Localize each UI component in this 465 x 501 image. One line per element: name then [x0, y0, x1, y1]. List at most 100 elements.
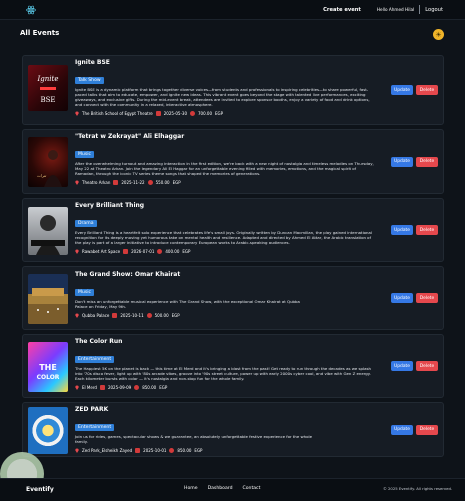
page-title: All Events	[20, 29, 60, 37]
event-title: "Tetrat w Zekrayat" Ali Elhaggar	[75, 133, 185, 140]
category-badge: Drama	[75, 220, 97, 227]
category-badge: Music	[75, 289, 95, 296]
event-price: 550.00	[155, 179, 170, 185]
footer-link-contact[interactable]: Contact	[243, 486, 261, 491]
event-image-ignite: Ignite BSE	[28, 65, 68, 111]
nav-actions: Create event Hello Ahmed Hilal Logout	[323, 5, 443, 14]
event-meta: Theatro Arkan 2025-11-22 550.00 EGP	[75, 179, 375, 185]
event-title: The Grand Show: Omar Khairat	[75, 271, 181, 278]
footer-link-home[interactable]: Home	[184, 486, 198, 491]
event-currency: EGP	[215, 110, 224, 116]
event-venue: Qubba Palace	[82, 312, 110, 318]
delete-button[interactable]: Delete	[416, 85, 438, 95]
event-meta: Zed Park_Elsheikh Zayed 2025-10-01 850.0…	[75, 447, 375, 453]
event-date: 2025-09-09	[107, 384, 132, 390]
nav-divider	[419, 5, 421, 14]
footer-brand[interactable]: Eventify	[26, 486, 54, 493]
update-button[interactable]: Update	[391, 361, 413, 371]
update-button[interactable]: Update	[391, 156, 413, 167]
site-footer: Eventify Home Dashboard Contact © 2025 E…	[0, 478, 465, 501]
event-meta: El Merd 2025-09-09 850.00 EGP	[75, 384, 375, 390]
sun-icon[interactable]: ☀	[433, 29, 444, 40]
event-date: 2025-10-11	[120, 312, 144, 318]
event-image-every-brilliant-thing	[28, 207, 68, 255]
event-currency: EGP	[194, 447, 203, 453]
event-currency: EGP	[159, 384, 168, 390]
top-navbar: Create event Hello Ahmed Hilal Logout	[0, 0, 465, 20]
event-venue: The British School of Egypt Theatre	[82, 110, 153, 116]
calendar-icon	[135, 447, 141, 453]
event-meta: Rawabet Art Space 2026-07-01 400.00 EGP	[75, 248, 375, 254]
category-badge: Entertainment	[75, 424, 115, 431]
event-price: 700.00	[198, 110, 212, 116]
calendar-icon	[155, 110, 161, 116]
event-description: After the overwhelming turnout and amazi…	[75, 161, 374, 176]
location-pin-icon	[75, 313, 79, 318]
event-description: The Happiest 5K on the planet is back — …	[75, 366, 371, 381]
svg-text:COLOR: COLOR	[37, 374, 60, 381]
svg-text:تترات: تترات	[37, 173, 46, 178]
event-date: 2026-07-01	[131, 248, 155, 254]
event-image-grand-show	[28, 274, 68, 324]
update-button[interactable]: Update	[391, 85, 413, 95]
event-card: تترات "Tetrat w Zekrayat" Ali Elhaggar M…	[22, 129, 444, 194]
event-card: The Grand Show: Omar Khairat Music Don't…	[22, 266, 444, 330]
price-icon	[134, 384, 140, 390]
delete-button[interactable]: Delete	[416, 225, 438, 235]
category-badge: Talk Show	[75, 77, 104, 84]
calendar-icon	[123, 248, 129, 254]
calendar-icon	[112, 312, 118, 318]
event-date: 2025-11-22	[121, 179, 145, 185]
category-badge: Entertainment	[75, 356, 115, 363]
event-image-ali-elhaggar: تترات	[28, 137, 68, 187]
event-price: 850.00	[177, 447, 192, 453]
svg-text:Ignite: Ignite	[37, 75, 59, 83]
event-price: 400.00	[165, 248, 180, 254]
price-icon	[146, 312, 152, 318]
delete-button[interactable]: Delete	[416, 293, 438, 303]
delete-button[interactable]: Delete	[416, 361, 438, 371]
footer-link-dashboard[interactable]: Dashboard	[208, 486, 233, 491]
delete-button[interactable]: Delete	[416, 424, 438, 435]
event-title: Ignite BSE	[75, 59, 110, 66]
event-description: Ignite BSE is a dynamic platform that br…	[75, 87, 370, 107]
location-pin-icon	[75, 180, 79, 185]
create-event-link[interactable]: Create event	[323, 7, 361, 13]
event-description: Join us for rides, games, spectacular sh…	[75, 434, 312, 444]
delete-button[interactable]: Delete	[416, 156, 438, 167]
location-pin-icon	[75, 385, 79, 390]
calendar-icon	[113, 179, 119, 185]
event-card: Every Brilliant Thing Drama Every Brilli…	[22, 198, 444, 262]
event-price: 850.00	[142, 384, 157, 390]
event-venue: Rawabet Art Space	[82, 248, 121, 254]
footer-links: Home Dashboard Contact	[184, 486, 260, 491]
event-date: 2025-05-30	[163, 110, 187, 116]
event-card: ZED PARK Entertainment Join us for rides…	[22, 402, 444, 457]
update-button[interactable]: Update	[391, 424, 413, 435]
event-currency: EGP	[171, 312, 180, 318]
event-currency: EGP	[172, 179, 181, 185]
event-image-zed-park	[28, 407, 68, 454]
location-pin-icon	[75, 249, 79, 254]
price-icon	[147, 179, 153, 185]
category-badge: Music	[75, 151, 95, 158]
event-price: 500.00	[154, 312, 169, 318]
react-logo-icon[interactable]	[26, 5, 36, 15]
event-card: THE COLOR The Color Run Entertainment Th…	[22, 334, 444, 398]
event-meta: Qubba Palace 2025-10-11 500.00 EGP	[75, 312, 375, 318]
event-description: Don't miss an unforgettable musical expe…	[75, 299, 300, 309]
event-image-color-run: THE COLOR	[28, 342, 68, 392]
event-description: Every Brilliant Thing is a heartfelt sol…	[75, 230, 372, 245]
location-pin-icon	[75, 111, 79, 116]
update-button[interactable]: Update	[391, 293, 413, 303]
logout-button[interactable]: Logout	[425, 7, 443, 13]
location-pin-icon	[75, 448, 79, 453]
price-icon	[190, 110, 195, 116]
user-greeting: Hello Ahmed Hilal	[376, 7, 415, 12]
event-venue: Zed Park_Elsheikh Zayed	[82, 447, 133, 453]
calendar-icon	[99, 384, 105, 390]
event-venue: Theatro Arkan	[82, 179, 111, 185]
update-button[interactable]: Update	[391, 225, 413, 235]
event-date: 2025-10-01	[143, 447, 167, 453]
price-icon	[169, 447, 175, 453]
